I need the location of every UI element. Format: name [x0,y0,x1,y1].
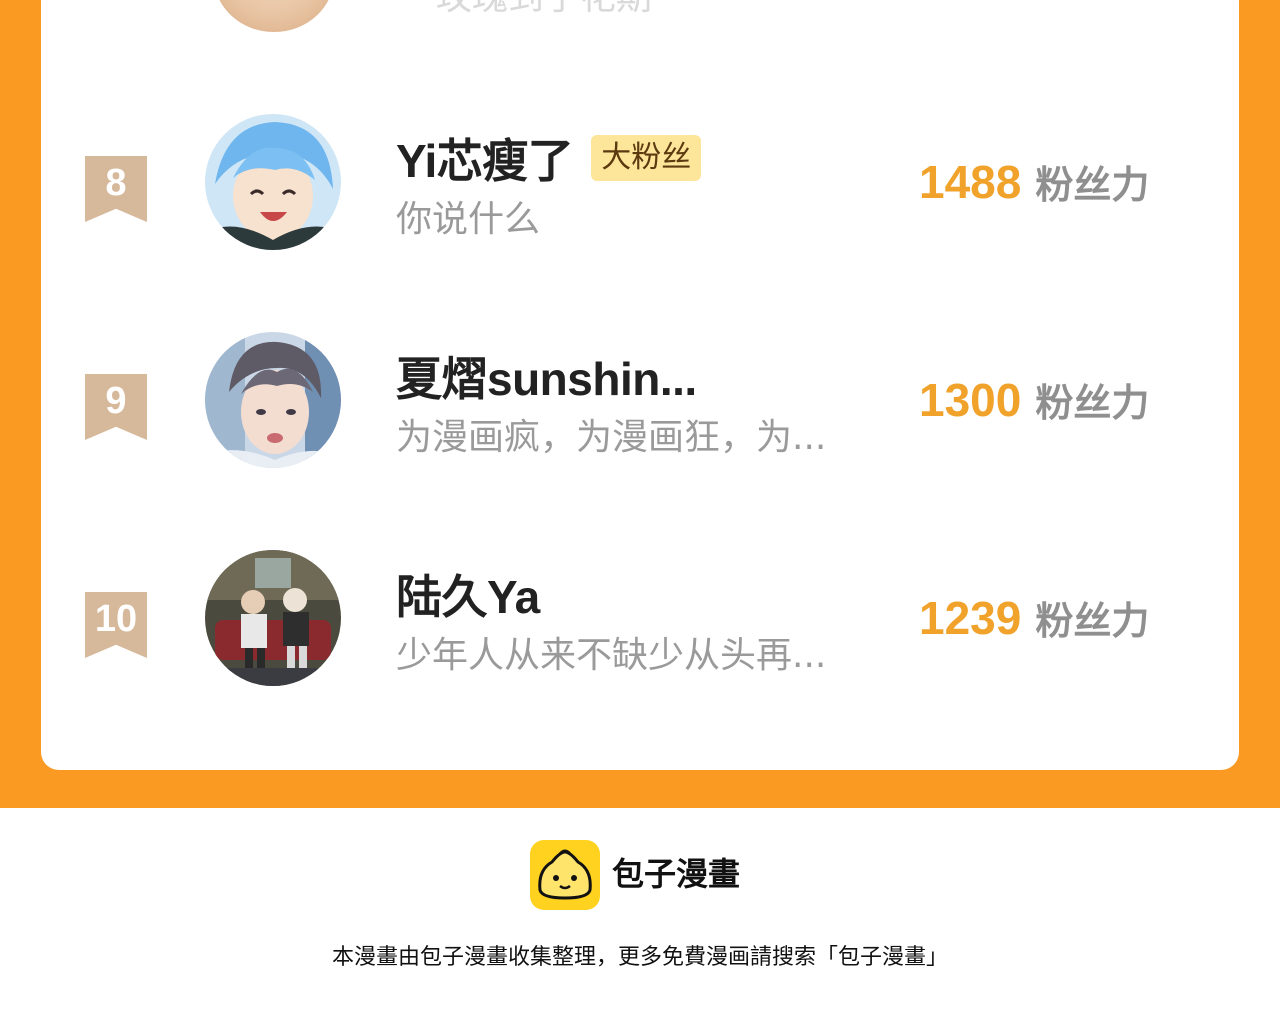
fan-power-score: 1239 粉丝力 [919,590,1149,650]
bun-face-logo-icon [530,840,600,910]
ranking-row[interactable]: 10 陆久Ya 少年人从来不缺少从头再... 1239 粉丝力 [41,546,1239,706]
ranking-row[interactable]: 8 Yi芯瘦了 大粉丝 你说什么 1488 粉丝力 [41,110,1239,270]
score-value: 1488 [919,156,1022,208]
avatar[interactable] [205,550,341,686]
username[interactable]: Yi芯瘦了 [396,125,574,191]
username[interactable]: 夏熠sunshin... [396,343,697,409]
ranking-row-previous[interactable]: 玫瑰到了花期 [41,0,1239,40]
fan-power-score: 1488 粉丝力 [919,154,1149,214]
score-unit: 粉丝力 [1035,163,1150,207]
avatar-image [205,332,341,468]
ranking-row[interactable]: 9 夏熠sunshin... 为漫画疯，为漫画狂，为... 1300 粉丝力 [41,328,1239,488]
rank-badge: 9 [85,374,147,440]
user-signature: 你说什么 [396,199,541,240]
name-line: 夏熠sunshin... [396,348,697,405]
score-value: 1239 [919,592,1022,644]
brand-name: 包子漫畫 [612,855,741,893]
name-line: 陆久Ya [396,566,540,623]
user-signature: 玫瑰到了花期 [436,0,652,18]
rank-badge: 10 [85,592,147,658]
score-unit: 粉丝力 [1035,599,1150,643]
avatar-image [205,114,341,250]
avatar-image [205,550,341,686]
rank-number: 9 [105,380,127,422]
source-note: 本漫畫由包子漫畫收集整理，更多免費漫画請搜索「包子漫畫」 [331,945,948,970]
avatar[interactable] [214,0,334,32]
avatar[interactable] [205,332,341,468]
fan-ranking-page: 玫瑰到了花期 8 Yi芯瘦了 大粉丝 [0,0,1280,1010]
score-unit: 粉丝力 [1035,381,1150,425]
avatar[interactable] [205,114,341,250]
rank-number: 8 [105,162,127,204]
logo-drawing [538,849,592,900]
user-signature: 为漫画疯，为漫画狂，为... [396,417,827,458]
name-line: Yi芯瘦了 大粉丝 [396,130,702,187]
rank-number: 10 [94,598,138,640]
fan-power-score: 1300 粉丝力 [919,372,1149,432]
rank-badge: 8 [85,156,147,222]
score-value: 1300 [919,374,1022,426]
user-signature: 少年人从来不缺少从头再... [396,635,827,676]
ranking-card: 玫瑰到了花期 8 Yi芯瘦了 大粉丝 [41,0,1239,770]
fan-level-badge: 大粉丝 [591,135,702,181]
username[interactable]: 陆久Ya [396,561,540,627]
